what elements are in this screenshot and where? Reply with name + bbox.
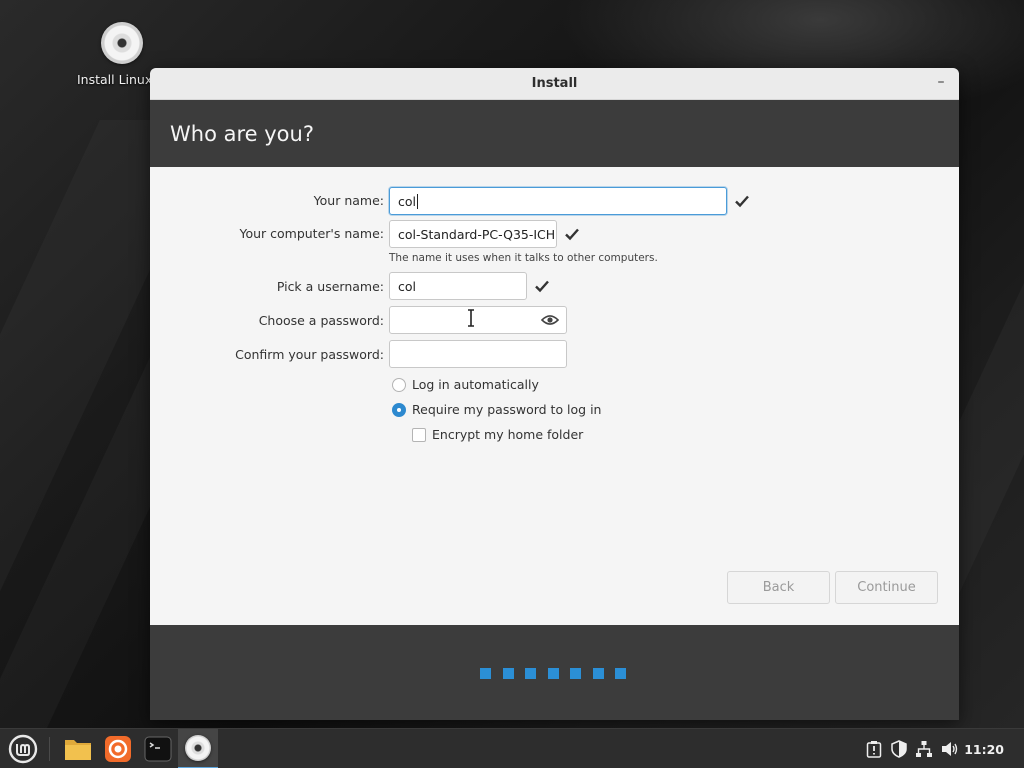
mint-menu-icon [8,734,38,764]
require-password-label: Require my password to log in [412,402,602,417]
terminal-icon [144,736,172,762]
computer-name-value: col-Standard-PC-Q35-ICH [398,226,556,242]
text-cursor-icon [468,309,474,327]
checkmark-icon [535,280,549,293]
checkmark-icon [735,195,749,208]
disc-icon [101,22,143,64]
installer-window: Install – Who are you? Your name: col Yo… [150,68,959,720]
form-content: Your name: col Your computer's name: col… [150,167,959,625]
network-icon [916,741,932,757]
clock[interactable]: 11:20 [964,729,1004,768]
update-manager-tray[interactable] [864,739,884,759]
username-label: Pick a username: [276,279,384,294]
login-auto-radio[interactable] [392,377,406,392]
password-label: Choose a password: [258,313,384,328]
login-auto-label: Log in automatically [412,377,539,392]
login-auto-option[interactable]: Log in automatically [392,377,539,392]
progress-step-dot [547,668,559,679]
confirm-password-label: Confirm your password: [235,347,384,362]
page-title: Who are you? [170,121,314,146]
installer-task[interactable] [178,729,218,768]
your-name-label: Your name: [313,193,384,208]
back-button[interactable]: Back [727,571,830,604]
text-caret [417,193,418,209]
progress-step-dot [570,668,581,679]
mint-menu-button[interactable] [0,729,46,768]
installer-icon [185,735,211,761]
your-name-value: col [398,193,416,209]
continue-button[interactable]: Continue [835,571,938,604]
progress-step-dot [502,668,514,679]
minimize-button[interactable]: – [933,74,949,90]
shield-icon [891,740,907,758]
confirm-password-input[interactable] [389,340,567,368]
window-titlebar[interactable]: Install – [150,68,959,100]
firefox-icon [105,736,131,762]
your-name-input[interactable]: col [389,187,727,215]
volume-tray[interactable] [940,739,960,759]
taskbar: 11:20 [0,728,1024,768]
require-password-radio[interactable] [392,402,406,417]
encrypt-home-label: Encrypt my home folder [432,427,584,442]
firefox-launcher[interactable] [98,729,138,768]
encrypt-home-checkbox[interactable] [412,427,426,442]
files-icon [65,740,91,760]
volume-icon [942,742,958,756]
computer-name-label: Your computer's name: [239,226,384,241]
shield-tray[interactable] [889,739,909,759]
eye-icon[interactable] [541,313,559,327]
network-tray[interactable] [914,739,934,759]
username-value: col [398,278,416,294]
computer-name-hint: The name it uses when it talks to other … [389,252,658,264]
update-icon [866,741,882,758]
encrypt-home-option[interactable]: Encrypt my home folder [412,427,583,442]
computer-name-input[interactable]: col-Standard-PC-Q35-ICH [389,220,557,248]
progress-step-dot [615,668,626,679]
window-title: Install [531,76,578,91]
taskbar-separator [49,737,50,761]
require-password-option[interactable]: Require my password to log in [392,402,601,417]
files-launcher[interactable] [58,729,98,768]
progress-step-dot [525,668,536,679]
progress-step-dot [592,668,604,679]
username-input[interactable]: col [389,272,527,300]
progress-step-dot [480,668,491,679]
progress-indicator [480,668,626,679]
progress-footer [150,625,959,720]
page-header: Who are you? [150,100,959,167]
checkmark-icon [565,228,579,241]
terminal-launcher[interactable] [138,729,178,768]
